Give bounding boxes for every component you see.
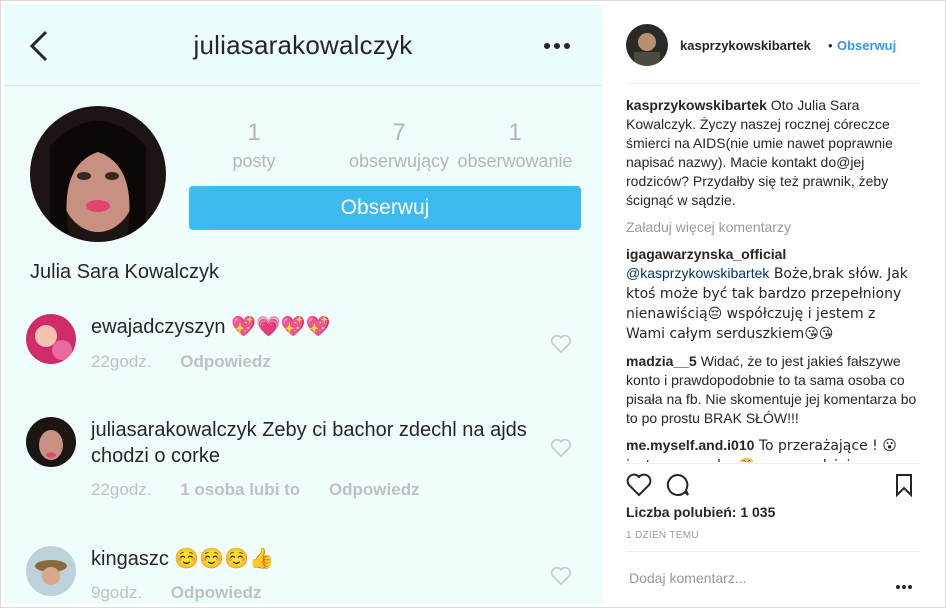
following-count: 1	[508, 119, 522, 146]
comments-list[interactable]: kasprzykowskibartek Oto Julia Sara Kowal…	[626, 96, 918, 462]
comment-bubble-icon[interactable]	[666, 473, 690, 497]
comment-time: 22godz.	[91, 352, 152, 371]
image-profile-username: juliasarakowalczyk	[193, 30, 413, 60]
comment-likes: 1 osoba lubi to	[180, 480, 301, 499]
comment-user[interactable]: madzia__5	[626, 353, 697, 369]
image-comment-1: ewajadczyszyn 💖💗💖💖	[91, 313, 561, 340]
comment-avatar	[26, 546, 76, 596]
post-image: juliasarakowalczyk 1 posty 7 obserwujący…	[4, 4, 602, 604]
comment-user: kingaszc	[91, 548, 169, 570]
caption-text: Oto Julia Sara Kowalczyk. Życzy naszej r…	[626, 97, 893, 208]
load-more-comments-link[interactable]: Załaduj więcej komentarzy	[626, 218, 918, 237]
comment-meta: 22godz. Odpowiedz	[91, 352, 295, 372]
author-username[interactable]: kasprzykowskibartek	[680, 38, 811, 53]
comment-mention[interactable]: @kasprzykowskibartek	[626, 265, 769, 281]
comment-meta: 22godz. 1 osoba lubi to Odpowiedz	[91, 480, 444, 500]
comment-avatar	[26, 314, 76, 364]
list-item: me.myself.and.i010 To przerażające ! 😮 j…	[626, 436, 918, 462]
heart-icon	[550, 438, 572, 458]
separator-dot: •	[828, 38, 833, 53]
follow-button[interactable]: Obserwuj	[837, 38, 896, 53]
caption: kasprzykowskibartek Oto Julia Sara Kowal…	[626, 96, 918, 210]
divider	[626, 83, 920, 84]
comment-meta: 9godz. Odpowiedz	[91, 583, 285, 603]
caption-user[interactable]: kasprzykowskibartek	[626, 97, 767, 113]
bookmark-icon[interactable]	[894, 473, 914, 497]
comment-text: 💖💗💖💖	[231, 314, 331, 338]
divider	[626, 463, 920, 464]
comment-user[interactable]: me.myself.and.i010	[626, 437, 754, 453]
heart-icon	[550, 566, 572, 586]
comment-text: ☺️☺️☺️👍	[174, 546, 274, 570]
comment-reply: Odpowiedz	[180, 352, 271, 371]
more-options-icon	[544, 36, 578, 56]
comment-user: ewajadczyszyn	[91, 316, 226, 338]
likes-count[interactable]: Liczba polubień: 1 035	[626, 504, 775, 520]
list-item: madzia__5 Widać, że to jest jakieś fałsz…	[626, 352, 918, 428]
more-options-icon[interactable]	[896, 576, 916, 589]
comment-user: juliasarakowalczyk	[91, 419, 257, 441]
post-actions	[626, 469, 920, 499]
posts-stat: 1 posty	[232, 119, 276, 172]
comment-user[interactable]: igagawarzynska_official	[626, 246, 786, 262]
image-comment-2: juliasarakowalczyk Zeby ci bachor zdechl…	[91, 417, 531, 469]
image-full-name: Julia Sara Kowalczyk	[30, 261, 219, 283]
post-timestamp: 1 DZIEŃ TEMU	[626, 530, 699, 541]
image-topbar: juliasarakowalczyk	[4, 4, 602, 86]
following-stat: 1 obserwowanie	[448, 119, 582, 172]
list-item: igagawarzynska_official @kasprzykowskiba…	[626, 245, 918, 344]
posts-label: posty	[232, 151, 276, 171]
add-comment-input[interactable]: Dodaj komentarz...	[629, 570, 747, 586]
author-avatar[interactable]	[626, 24, 668, 66]
like-heart-icon[interactable]	[626, 473, 652, 497]
comment-avatar	[26, 417, 76, 467]
comment-reply: Odpowiedz	[170, 583, 262, 602]
posts-count: 1	[247, 119, 261, 146]
image-comment-3: kingaszc ☺️☺️☺️👍	[91, 545, 531, 572]
post-header: kasprzykowskibartek • Obserwuj	[604, 4, 942, 84]
heart-icon	[550, 334, 572, 354]
comment-reply: Odpowiedz	[328, 480, 420, 499]
divider	[626, 551, 920, 552]
following-label: obserwowanie	[457, 151, 573, 171]
image-profile-avatar	[30, 106, 166, 242]
comment-time: 9godz.	[91, 583, 143, 602]
comment-time: 22godz.	[91, 480, 152, 499]
image-follow-button: Obserwuj	[189, 186, 581, 230]
post-sidebar: kasprzykowskibartek • Obserwuj kasprzyko…	[604, 4, 942, 604]
